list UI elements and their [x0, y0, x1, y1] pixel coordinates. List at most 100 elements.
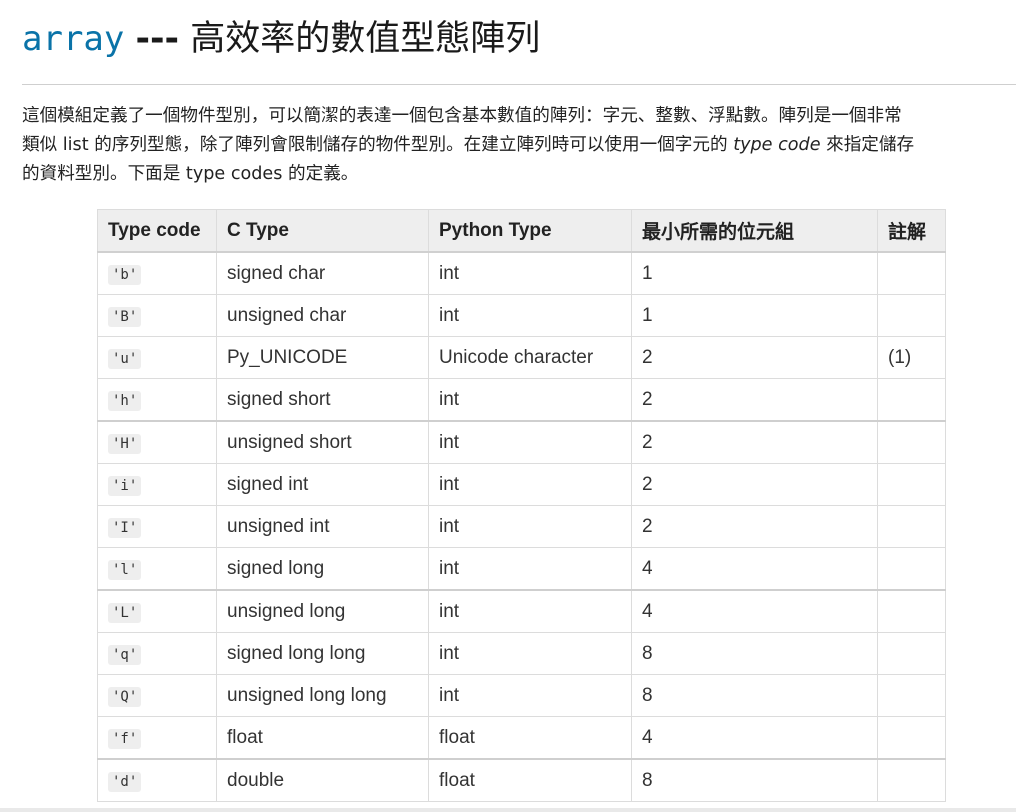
table-row: 'I' unsigned int int 2	[97, 505, 946, 548]
type-code-literal: 'h'	[108, 390, 142, 411]
note-cell	[877, 547, 946, 591]
note-cell	[877, 505, 946, 548]
c-type-cell: float	[216, 716, 429, 760]
header-type-code: Type code	[97, 209, 217, 253]
module-name[interactable]: array	[22, 19, 124, 59]
python-type-cell: int	[428, 463, 632, 506]
type-code-literal: 'L'	[108, 602, 142, 623]
python-type-cell: int	[428, 378, 632, 422]
min-bytes-cell: 8	[631, 758, 878, 802]
type-code-literal: 'f'	[108, 728, 142, 749]
type-code-cell: 'u'	[97, 336, 217, 379]
note-cell	[877, 420, 946, 464]
type-code-literal: 'q'	[108, 644, 142, 665]
table-body: 'b' signed char int 1 'B' unsigned char int 1'u…	[97, 251, 946, 802]
note-cell	[877, 294, 946, 337]
type-code-cell: 'f'	[97, 716, 217, 760]
min-bytes-cell: 2	[631, 505, 878, 548]
type-code-literal: 'i'	[108, 475, 142, 496]
table-row: 'u' Py_UNICODE Unicode character 2 (1)	[97, 336, 946, 379]
table-row: 'L' unsigned long int 4	[97, 589, 946, 633]
python-type-cell: float	[428, 758, 632, 802]
min-bytes-cell: 1	[631, 294, 878, 337]
table-row: 'h' signed short int 2	[97, 378, 946, 422]
type-code-cell: 'I'	[97, 505, 217, 548]
type-code-literal: 'l'	[108, 559, 142, 580]
table-row: 'B' unsigned char int 1	[97, 294, 946, 337]
python-type-cell: int	[428, 547, 632, 591]
type-code-cell: 'd'	[97, 758, 217, 802]
type-code-cell: 'l'	[97, 547, 217, 591]
type-code-cell: 'H'	[97, 420, 217, 464]
table-row: 'f' float float 4	[97, 716, 946, 760]
header-c-type: C Type	[216, 209, 429, 253]
type-code-cell: 'Q'	[97, 674, 217, 717]
type-code-cell: 'B'	[97, 294, 217, 337]
min-bytes-cell: 2	[631, 378, 878, 422]
table-row: 'd' double float 8	[97, 758, 946, 802]
page-title: array --- 高效率的數值型態陣列	[22, 14, 540, 64]
table-row: 'i' signed int int 2	[97, 463, 946, 506]
header-python-type: Python Type	[428, 209, 632, 253]
table-row: 'H' unsigned short int 2	[97, 420, 946, 464]
c-type-cell: double	[216, 758, 429, 802]
python-type-cell: int	[428, 420, 632, 464]
min-bytes-cell: 4	[631, 716, 878, 760]
type-code-literal: 'H'	[108, 433, 142, 454]
c-type-cell: Py_UNICODE	[216, 336, 429, 379]
c-type-cell: unsigned long	[216, 589, 429, 633]
type-code-literal: 'u'	[108, 348, 142, 369]
type-code-cell: 'h'	[97, 378, 217, 422]
intro-line-2: 類似 list 的序列型態，除了陣列會限制儲存的物件型別。在建立陣列時可以使用一…	[22, 131, 1016, 160]
min-bytes-cell: 8	[631, 674, 878, 717]
python-type-cell: int	[428, 505, 632, 548]
note-cell	[877, 251, 946, 295]
type-code-cell: 'q'	[97, 632, 217, 675]
min-bytes-cell: 2	[631, 463, 878, 506]
intro-paragraph: 這個模組定義了一個物件型別，可以簡潔的表達一個包含基本數值的陣列：字元、整數、浮…	[22, 102, 1016, 189]
note-cell	[877, 674, 946, 717]
type-code-table: Type code C Type Python Type 最小所需的位元組 註解…	[97, 209, 946, 802]
table-row: 'q' signed long long int 8	[97, 632, 946, 675]
note-cell	[877, 716, 946, 760]
min-bytes-cell: 2	[631, 420, 878, 464]
c-type-cell: signed long long	[216, 632, 429, 675]
min-bytes-cell: 8	[631, 632, 878, 675]
python-type-cell: int	[428, 589, 632, 633]
title-text: 高效率的數值型態陣列	[190, 19, 541, 59]
type-code-term: type code	[733, 135, 821, 155]
c-type-cell: unsigned short	[216, 420, 429, 464]
note-cell	[877, 378, 946, 422]
type-code-literal: 'B'	[108, 306, 142, 327]
min-bytes-cell: 1	[631, 251, 878, 295]
note-cell: (1)	[877, 336, 946, 379]
type-code-literal: 'b'	[108, 264, 142, 285]
intro-line-2-end: 來指定儲存	[820, 135, 915, 155]
c-type-cell: signed char	[216, 251, 429, 295]
table-row: 'Q' unsigned long long int 8	[97, 674, 946, 717]
note-cell	[877, 758, 946, 802]
c-type-cell: unsigned long long	[216, 674, 429, 717]
intro-line-3: 的資料型別。下面是 type codes 的定義。	[22, 164, 359, 184]
type-code-literal: 'Q'	[108, 686, 142, 707]
python-type-cell: int	[428, 251, 632, 295]
title-dash: ---	[135, 19, 180, 59]
type-code-cell: 'L'	[97, 589, 217, 633]
python-type-cell: int	[428, 674, 632, 717]
python-type-cell: float	[428, 716, 632, 760]
bottom-scroll-edge	[0, 808, 1016, 812]
type-code-literal: 'd'	[108, 771, 142, 792]
type-code-literal: 'I'	[108, 517, 142, 538]
table-row: 'l' signed long int 4	[97, 547, 946, 591]
type-code-cell: 'b'	[97, 251, 217, 295]
c-type-cell: signed long	[216, 547, 429, 591]
note-cell	[877, 589, 946, 633]
c-type-cell: signed short	[216, 378, 429, 422]
python-type-cell: int	[428, 294, 632, 337]
c-type-cell: unsigned char	[216, 294, 429, 337]
min-bytes-cell: 2	[631, 336, 878, 379]
c-type-cell: unsigned int	[216, 505, 429, 548]
intro-line-1: 這個模組定義了一個物件型別，可以簡潔的表達一個包含基本數值的陣列：字元、整數、浮…	[22, 106, 902, 126]
header-min-bytes: 最小所需的位元組	[631, 209, 878, 253]
intro-line-2-start: 類似 list 的序列型態，除了陣列會限制儲存的物件型別。在建立陣列時可以使用一…	[22, 135, 734, 155]
